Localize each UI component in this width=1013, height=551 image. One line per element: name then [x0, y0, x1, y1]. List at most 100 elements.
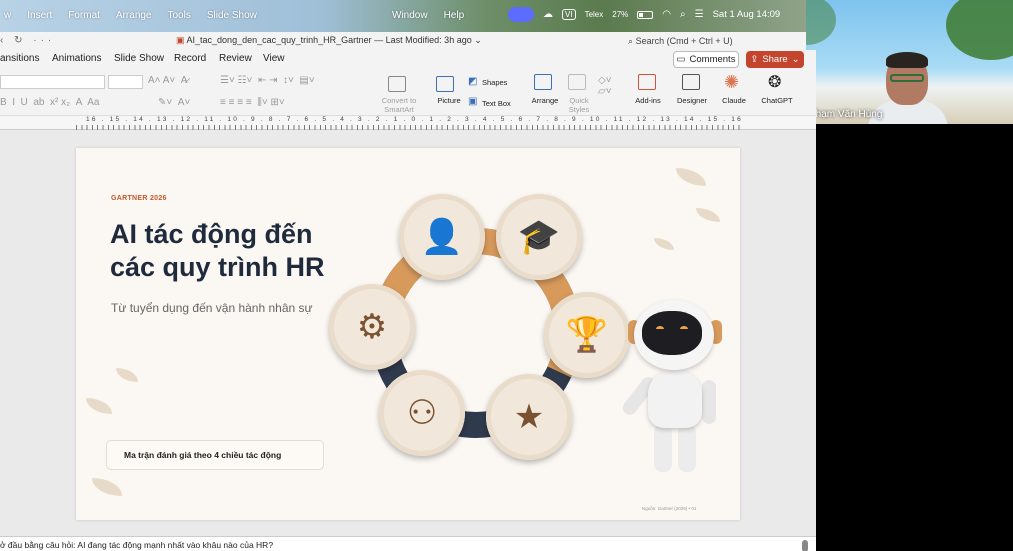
caption-box[interactable]: Ma trận đánh giá theo 4 chiều tác động: [106, 440, 324, 470]
textbox-icon[interactable]: ▣: [468, 96, 477, 107]
shapes-label[interactable]: Shapes: [482, 78, 507, 87]
webcam-overlay[interactable]: Phạm Văn Hùng: [806, 0, 1013, 124]
designer-label[interactable]: Designer: [674, 96, 710, 105]
menu-slide-show[interactable]: Slide Show: [199, 10, 265, 21]
window-controls[interactable]: ‹ ↻ ···: [0, 35, 55, 46]
tab-view[interactable]: View: [263, 53, 285, 64]
robot-leg-left: [654, 424, 672, 472]
notes-text: ở đầu bằng câu hỏi: AI đang tác động mạn…: [0, 540, 274, 550]
menu-insert[interactable]: Insert: [19, 10, 60, 21]
ribbon-tabs: ansitions Animations Slide Show Record R…: [0, 50, 816, 70]
decor-leaf: [92, 478, 122, 496]
spotlight-icon[interactable]: ⌕: [680, 9, 686, 20]
robot-arm-right: [702, 380, 716, 424]
tab-transitions[interactable]: ansitions: [0, 53, 39, 64]
cloud-icon[interactable]: ☁: [543, 9, 553, 20]
claude-icon[interactable]: ✺: [724, 72, 739, 93]
slide-title-line1: AI tác động đến: [110, 219, 313, 249]
title-bar: ‹ ↻ ··· ▣ AI_tac_dong_den_cac_quy_trinh_…: [0, 32, 806, 50]
training-icon: 🎓: [496, 194, 582, 280]
input-method-label: Telex: [584, 10, 604, 19]
quick-styles-label[interactable]: Quick Styles: [564, 96, 594, 114]
palm-tree: [946, 0, 1013, 60]
add-ins-icon[interactable]: [638, 74, 656, 90]
ribbon-toolbar: A˄ A˅ A̷ B I U ab x² x₂ A Aa ✎˅ A˅ ☰˅ ☷˅…: [0, 70, 816, 116]
search-placeholder: Search (Cmd + Ctrl + U): [635, 36, 733, 46]
picture-icon[interactable]: [436, 76, 454, 92]
robot-face: [642, 311, 702, 355]
slide-canvas[interactable]: GARTNER 2026 AI tác động đến các quy trì…: [76, 148, 740, 520]
feedback-icon: ★: [486, 374, 572, 460]
horizontal-ruler[interactable]: 16 . 15 . 14 . 13 . 12 . 11 . 10 . 9 . 8…: [0, 116, 816, 130]
list-buttons[interactable]: ☰˅ ☷˅ ⇤ ⇥ ↕˅ ▤˅: [220, 75, 315, 86]
clock[interactable]: Sat 1 Aug 14:09: [713, 9, 781, 20]
comments-button[interactable]: ▭ Comments: [673, 51, 739, 68]
picture-label[interactable]: Picture: [432, 96, 466, 105]
comment-icon: ▭: [676, 54, 686, 65]
share-button[interactable]: ⇪ Share ⌄: [746, 51, 804, 68]
text-box-label[interactable]: Text Box: [482, 99, 511, 108]
arrange-label[interactable]: Arrange: [528, 96, 562, 105]
share-icon: ⇪: [750, 54, 759, 65]
caption-text: Ma trận đánh giá theo 4 chiều tác động: [124, 450, 282, 460]
process-icon: ⚙: [329, 284, 415, 370]
notes-scrollbar[interactable]: [802, 540, 808, 551]
claude-label[interactable]: Claude: [718, 96, 750, 105]
robot-eye-right: [680, 326, 688, 332]
menu-tools[interactable]: Tools: [160, 10, 199, 21]
text-format-buttons[interactable]: B I U ab x² x₂ A Aa: [0, 97, 99, 108]
quick-styles-icon[interactable]: [568, 74, 586, 90]
recruit-icon: 👤: [399, 194, 485, 280]
menu-arrange[interactable]: Arrange: [108, 10, 160, 21]
shape-fill-icons[interactable]: ◇˅ ▱˅: [598, 75, 612, 97]
menu-window-partial[interactable]: w: [0, 10, 19, 21]
tab-slide-show[interactable]: Slide Show: [114, 53, 164, 64]
document-title[interactable]: ▣ AI_tac_dong_den_cac_quy_trinh_HR_Gartn…: [176, 35, 482, 46]
robot-leg-right: [678, 424, 696, 472]
battery-percent: 27%: [612, 10, 629, 19]
menu-help[interactable]: Help: [436, 10, 473, 21]
tab-record[interactable]: Record: [174, 53, 206, 64]
slide-subtitle[interactable]: Từ tuyển dụng đến vận hành nhân sự: [111, 301, 313, 315]
align-buttons[interactable]: ≡ ≡ ≡ ≡ ⫼˅ ⊞˅: [220, 97, 285, 108]
comments-label: Comments: [689, 54, 736, 65]
chatgpt-icon[interactable]: ❂: [768, 72, 781, 92]
robot-eye-left: [656, 326, 664, 332]
font-size-field[interactable]: [108, 75, 143, 89]
slide-title-line2: các quy trình HR: [110, 252, 325, 282]
screen-share-icon[interactable]: [508, 7, 534, 22]
menu-format[interactable]: Format: [60, 10, 108, 21]
font-size-controls[interactable]: A˄ A˅ A̷: [148, 75, 187, 86]
robot-body: [648, 370, 702, 428]
slide-title[interactable]: AI tác động đến các quy trình HR: [110, 218, 370, 284]
search-box[interactable]: ⌕ Search (Cmd + Ctrl + U): [628, 36, 733, 47]
convert-smartart-label[interactable]: Convert to SmartArt: [376, 96, 422, 114]
chatgpt-label[interactable]: ChatGPT: [758, 96, 796, 105]
speaker-notes[interactable]: ở đầu bằng câu hỏi: AI đang tác động mạn…: [0, 536, 816, 551]
smartart-icon[interactable]: [388, 76, 406, 92]
slide-tag: GARTNER 2026: [111, 195, 167, 202]
decor-leaf: [696, 208, 720, 222]
wifi-icon[interactable]: ◠: [662, 9, 671, 20]
search-icon: ⌕: [628, 36, 634, 46]
person-hair: [886, 52, 928, 68]
menu-bar: w Insert Format Arrange Tools Slide Show…: [0, 0, 806, 32]
designer-icon[interactable]: [682, 74, 700, 90]
black-area: [816, 124, 1013, 551]
shapes-icon[interactable]: ◩: [468, 76, 477, 87]
font-name-field[interactable]: [0, 75, 105, 89]
arrange-icon[interactable]: [534, 74, 552, 90]
battery-icon[interactable]: [637, 10, 654, 19]
tab-review[interactable]: Review: [219, 53, 252, 64]
add-ins-label[interactable]: Add-ins: [630, 96, 666, 105]
decor-leaf: [654, 238, 674, 250]
tab-animations[interactable]: Animations: [52, 53, 101, 64]
control-center-icon[interactable]: ☰: [695, 9, 704, 20]
menu-window[interactable]: Window: [384, 10, 436, 21]
decor-leaf: [116, 368, 138, 382]
highlight-color-buttons[interactable]: ✎˅ A˅: [158, 97, 190, 108]
ruler-labels: 16 . 15 . 14 . 13 . 12 . 11 . 10 . 9 . 8…: [86, 116, 743, 123]
award-icon: 🏆: [544, 292, 630, 378]
glasses: [890, 74, 924, 82]
input-method-badge[interactable]: VI: [562, 9, 576, 20]
